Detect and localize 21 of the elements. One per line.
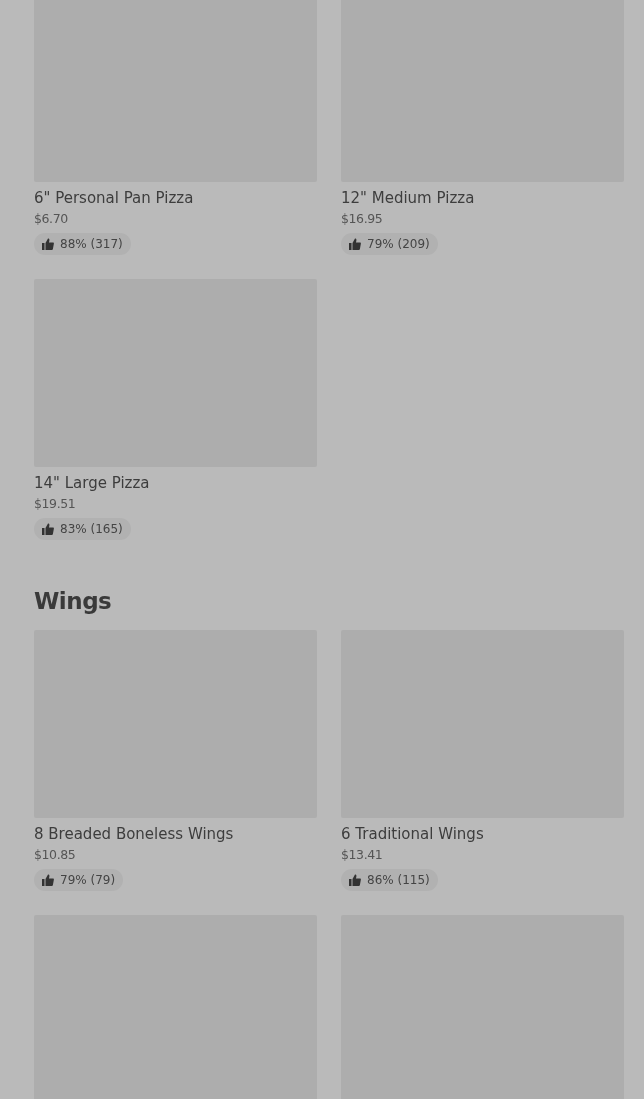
item-name: 8 Breaded Boneless Wings [34, 824, 235, 844]
thumbs-up-icon [42, 523, 54, 535]
item-name: 6" Personal Pan Pizza [34, 188, 195, 208]
thumbs-up-icon [42, 874, 54, 886]
rating-text: 83% (165) [60, 522, 123, 536]
rating-text: 79% (209) [367, 237, 430, 251]
item-price: $16.95 [341, 211, 384, 227]
item-name: 12" Medium Pizza [341, 188, 476, 208]
rating-text: 79% (79) [60, 873, 116, 887]
item-price: $6.70 [34, 211, 69, 227]
thumbs-up-icon [349, 238, 361, 250]
thumbs-up-icon [42, 238, 54, 250]
section-heading: Wings [34, 588, 113, 614]
item-name: 6 Traditional Wings [341, 824, 485, 844]
item-price: $13.41 [341, 847, 384, 863]
item-name: 14" Large Pizza [34, 473, 151, 493]
rating-text: 88% (317) [60, 237, 123, 251]
item-price: $10.85 [34, 847, 77, 863]
thumbs-up-icon [349, 874, 361, 886]
item-price: $19.51 [34, 496, 77, 512]
rating-text: 86% (115) [367, 873, 430, 887]
